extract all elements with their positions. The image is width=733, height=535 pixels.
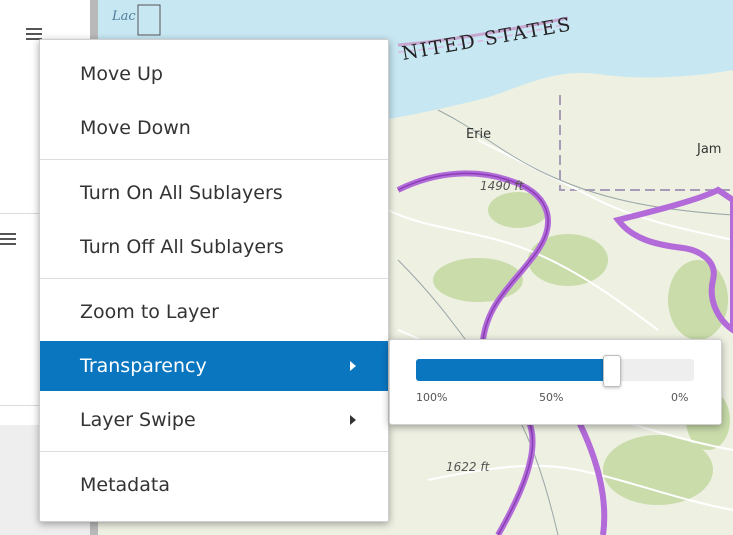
menu-item-turn-off-all-sublayers[interactable]: Turn Off All Sublayers xyxy=(40,222,388,272)
menu-item-label: Metadata xyxy=(80,474,170,496)
layer-options-hamburger-icon-2[interactable] xyxy=(0,233,16,245)
lake-label-fragment: Lac xyxy=(111,9,136,24)
slider-tick-100: 100% xyxy=(416,391,448,404)
menu-item-metadata[interactable]: Metadata xyxy=(40,460,388,510)
transparency-submenu: 100% 50% 0% xyxy=(389,339,722,425)
city-label-erie: Erie xyxy=(466,127,491,142)
menu-item-label: Move Down xyxy=(80,117,191,139)
menu-item-move-down[interactable]: Move Down xyxy=(40,103,388,153)
menu-item-label: Turn On All Sublayers xyxy=(80,182,283,204)
elevation-label-1: 1490 ft xyxy=(480,179,525,193)
menu-item-turn-on-all-sublayers[interactable]: Turn On All Sublayers xyxy=(40,168,388,218)
chevron-right-icon xyxy=(350,415,356,425)
menu-item-label: Move Up xyxy=(80,63,163,85)
menu-item-layer-swipe[interactable]: Layer Swipe xyxy=(40,395,388,445)
transparency-slider-fill xyxy=(416,359,611,381)
menu-item-label: Zoom to Layer xyxy=(80,301,219,323)
layer-context-menu: Move Up Move Down Turn On All Sublayers … xyxy=(39,39,389,522)
transparency-slider-track[interactable] xyxy=(416,355,694,387)
transparency-slider-handle[interactable] xyxy=(603,355,621,387)
menu-item-zoom-to-layer[interactable]: Zoom to Layer xyxy=(40,287,388,337)
menu-item-label: Layer Swipe xyxy=(80,409,196,431)
menu-item-label: Transparency xyxy=(80,355,207,377)
menu-separator xyxy=(40,451,388,452)
menu-item-label: Turn Off All Sublayers xyxy=(80,236,284,258)
menu-item-move-up[interactable]: Move Up xyxy=(40,49,388,99)
slider-tick-0: 0% xyxy=(671,391,689,404)
elevation-label-2: 1622 ft xyxy=(446,460,491,474)
city-label-jam: Jam xyxy=(696,142,721,157)
menu-separator xyxy=(40,278,388,279)
menu-separator xyxy=(40,159,388,160)
chevron-right-icon xyxy=(350,361,356,371)
menu-item-transparency[interactable]: Transparency xyxy=(40,341,388,391)
slider-tick-50: 50% xyxy=(539,391,564,404)
